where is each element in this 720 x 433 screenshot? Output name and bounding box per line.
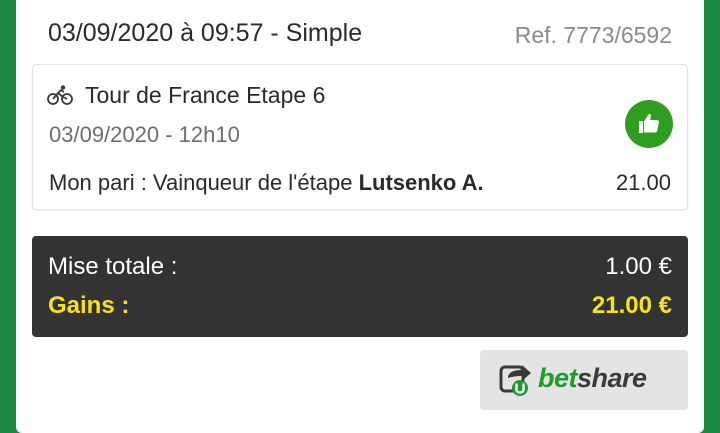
bet-selection-box[interactable]: Tour de France Etape 6 03/09/2020 - 12h1…: [32, 64, 688, 210]
bet-summary: Mise totale : 1.00 € Gains : 21.00 €: [32, 236, 688, 337]
share-arrow-icon: [498, 362, 534, 398]
betshare-button[interactable]: betshare: [480, 350, 688, 410]
event-date: 03/09/2020 - 12h10: [49, 122, 240, 147]
ticket-header: 03/09/2020 à 09:57 - Simple Ref. 7773/65…: [16, 0, 704, 64]
thumbs-up-icon: [625, 100, 673, 148]
betshare-logo-text: betshare: [538, 363, 647, 394]
pick-description: Mon pari : Vainqueur de l'étape Lutsenko…: [49, 170, 484, 196]
gains-label: Gains :: [48, 292, 130, 319]
pick-prefix: Mon pari : Vainqueur de l'étape: [49, 170, 353, 195]
bet-ticket-card: 03/09/2020 à 09:57 - Simple Ref. 7773/65…: [16, 0, 704, 433]
ticket-datetime-type: 03/09/2020 à 09:57 - Simple: [48, 19, 363, 47]
stake-label: Mise totale :: [48, 253, 178, 280]
stake-value: 1.00 €: [605, 253, 672, 280]
pick-selection: Lutsenko A.: [358, 170, 484, 195]
event-name: Tour de France Etape 6: [85, 82, 326, 108]
betshare-text-share: share: [577, 363, 647, 393]
cycling-icon: [47, 85, 73, 105]
pick-odds: 21.00: [615, 170, 671, 195]
ticket-reference: Ref. 7773/6592: [514, 22, 672, 48]
betshare-text-bet: bet: [538, 363, 578, 393]
gains-value: 21.00 €: [591, 292, 672, 319]
